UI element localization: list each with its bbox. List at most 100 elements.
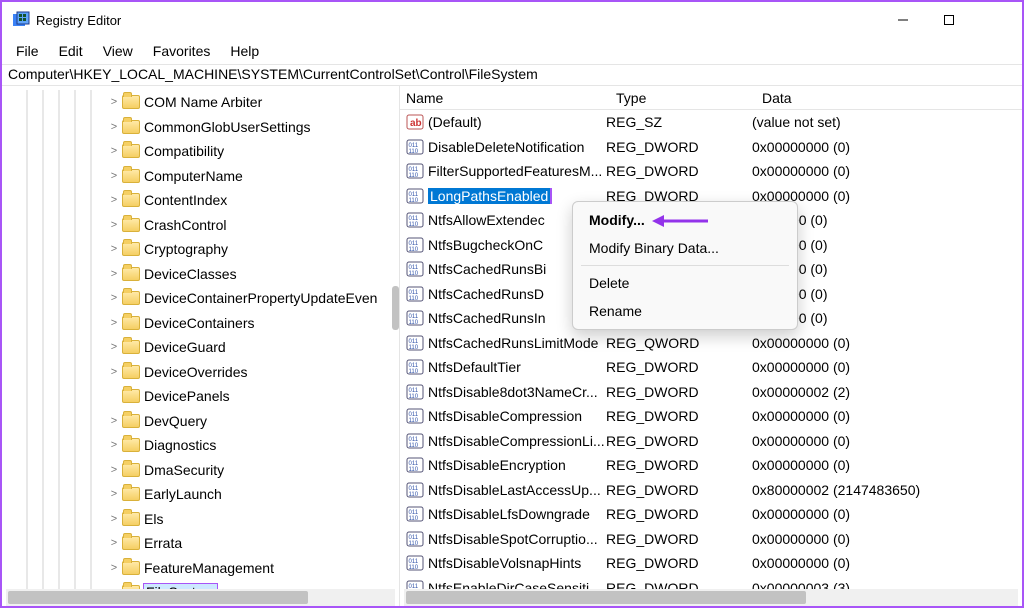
tree-item-label: DevQuery <box>144 413 207 429</box>
expand-icon[interactable]: > <box>108 341 120 353</box>
tree-item-devicecontainerpropertyupdateeven[interactable]: >DeviceContainerPropertyUpdateEven <box>12 286 399 311</box>
menu-view[interactable]: View <box>93 40 143 62</box>
binary-value-icon: 011110 <box>406 162 424 180</box>
value-name: FilterSupportedFeaturesM... <box>428 163 606 179</box>
tree-item-earlylaunch[interactable]: > EarlyLaunch <box>12 482 399 507</box>
binary-value-icon: 011110 <box>406 456 424 474</box>
expand-icon[interactable]: > <box>108 268 120 280</box>
value-data: 0x00000000 (0) <box>752 408 1022 424</box>
value-name: NtfsCachedRunsLimitMode <box>428 335 606 351</box>
svg-text:110: 110 <box>409 345 419 351</box>
value-row[interactable]: 011110NtfsDisableSpotCorruptio...REG_DWO… <box>400 527 1022 552</box>
expand-icon[interactable]: > <box>108 121 120 133</box>
value-row[interactable]: 011110NtfsDisable8dot3NameCr...REG_DWORD… <box>400 380 1022 405</box>
context-delete[interactable]: Delete <box>573 269 797 297</box>
column-type[interactable]: Type <box>610 90 756 106</box>
tree-item-errata[interactable]: >Errata <box>12 531 399 556</box>
expand-icon[interactable]: > <box>108 513 120 525</box>
value-row[interactable]: 011110NtfsDisableEncryptionREG_DWORD0x00… <box>400 453 1022 478</box>
menu-bar: File Edit View Favorites Help <box>2 38 1022 64</box>
expand-icon[interactable]: > <box>108 96 120 108</box>
svg-text:110: 110 <box>409 271 419 277</box>
tree-item-filesystem[interactable]: FileSystem <box>12 580 399 589</box>
expand-icon[interactable]: > <box>108 219 120 231</box>
tree-item-els[interactable]: >Els <box>12 507 399 532</box>
value-row[interactable]: ab(Default)REG_SZ(value not set) <box>400 110 1022 135</box>
menu-favorites[interactable]: Favorites <box>143 40 221 62</box>
values-pane: Name Type Data ab(Default)REG_SZ(value n… <box>400 86 1022 606</box>
expand-icon[interactable]: > <box>108 488 120 500</box>
tree-item-deviceoverrides[interactable]: >DeviceOverrides <box>12 360 399 385</box>
value-type: REG_DWORD <box>606 555 752 571</box>
address-bar[interactable]: Computer\HKEY_LOCAL_MACHINE\SYSTEM\Curre… <box>2 64 1022 86</box>
value-type: REG_QWORD <box>606 335 752 351</box>
list-horizontal-scrollbar[interactable] <box>404 589 1018 606</box>
svg-text:110: 110 <box>409 198 419 204</box>
tree-item-dmasecurity[interactable]: >DmaSecurity <box>12 458 399 483</box>
expand-icon[interactable]: > <box>108 366 120 378</box>
tree-item-deviceguard[interactable]: >DeviceGuard <box>12 335 399 360</box>
expand-icon[interactable] <box>108 390 120 402</box>
menu-file[interactable]: File <box>6 40 49 62</box>
tree-item-commonglobusersettings[interactable]: >CommonGlobUserSettings <box>12 115 399 140</box>
folder-icon <box>122 95 140 109</box>
expand-icon[interactable]: > <box>108 439 120 451</box>
expand-icon[interactable]: > <box>108 537 120 549</box>
expand-icon[interactable]: > <box>108 145 120 157</box>
context-modify-binary[interactable]: Modify Binary Data... <box>573 234 797 262</box>
tree-item-devicepanels[interactable]: DevicePanels <box>12 384 399 409</box>
expand-icon[interactable]: > <box>108 243 120 255</box>
tree-item-devicecontainers[interactable]: >DeviceContainers <box>12 311 399 336</box>
tree-horizontal-scrollbar[interactable] <box>6 589 395 606</box>
binary-value-icon: 011110 <box>406 432 424 450</box>
column-data[interactable]: Data <box>756 90 1022 106</box>
value-row[interactable]: 011110NtfsDisableCompressionLi...REG_DWO… <box>400 429 1022 454</box>
value-name: NtfsDisableLastAccessUp... <box>428 482 606 498</box>
value-row[interactable]: 011110FilterSupportedFeaturesM...REG_DWO… <box>400 159 1022 184</box>
expand-icon[interactable]: > <box>108 170 120 182</box>
tree-item-deviceclasses[interactable]: >DeviceClasses <box>12 262 399 287</box>
value-data: 0x00000000 (0) <box>752 139 1022 155</box>
value-row[interactable]: 011110NtfsDisableLastAccessUp...REG_DWOR… <box>400 478 1022 503</box>
expand-icon[interactable]: > <box>108 292 120 304</box>
expand-icon[interactable]: > <box>108 562 120 574</box>
menu-edit[interactable]: Edit <box>49 40 93 62</box>
minimize-button[interactable] <box>880 4 926 36</box>
tree-item-contentindex[interactable]: >ContentIndex <box>12 188 399 213</box>
tree-item-computername[interactable]: >ComputerName <box>12 164 399 189</box>
tree-item-devquery[interactable]: > DevQuery <box>12 409 399 434</box>
value-type: REG_SZ <box>606 114 752 130</box>
value-row[interactable]: 011110NtfsDisableCompressionREG_DWORD0x0… <box>400 404 1022 429</box>
tree-item-crashcontrol[interactable]: > CrashControl <box>12 213 399 238</box>
value-row[interactable]: 011110NtfsDefaultTierREG_DWORD0x00000000… <box>400 355 1022 380</box>
tree-item-compatibility[interactable]: >Compatibility <box>12 139 399 164</box>
context-separator <box>581 265 789 266</box>
menu-help[interactable]: Help <box>220 40 269 62</box>
expand-icon[interactable]: > <box>108 415 120 427</box>
value-name: NtfsDisableSpotCorruptio... <box>428 531 606 547</box>
tree-item-label: CrashControl <box>144 217 226 233</box>
expand-icon[interactable]: > <box>108 317 120 329</box>
folder-icon <box>122 463 140 477</box>
expand-icon[interactable]: > <box>108 194 120 206</box>
value-row[interactable]: 011110NtfsCachedRunsLimitModeREG_QWORD0x… <box>400 331 1022 356</box>
tree-item-diagnostics[interactable]: >Diagnostics <box>12 433 399 458</box>
expand-icon[interactable]: > <box>108 464 120 476</box>
tree-item-label: EarlyLaunch <box>144 486 222 502</box>
tree-item-com-name-arbiter[interactable]: >COM Name Arbiter <box>12 90 399 115</box>
splitter-thumb[interactable] <box>392 286 399 330</box>
value-row[interactable]: 011110NtfsDisableLfsDowngradeREG_DWORD0x… <box>400 502 1022 527</box>
address-text: Computer\HKEY_LOCAL_MACHINE\SYSTEM\Curre… <box>8 66 538 82</box>
context-rename[interactable]: Rename <box>573 297 797 325</box>
column-name[interactable]: Name <box>400 90 610 106</box>
binary-value-icon: 011110 <box>406 285 424 303</box>
maximize-button[interactable] <box>926 4 972 36</box>
value-row[interactable]: 011110NtfsDisableVolsnapHintsREG_DWORD0x… <box>400 551 1022 576</box>
value-row[interactable]: 011110NtfsEnableDirCaseSensitiv...REG_DW… <box>400 576 1022 590</box>
tree-item-label: DevicePanels <box>144 388 230 404</box>
value-data: 0x00000000 (0) <box>752 555 1022 571</box>
value-row[interactable]: 011110DisableDeleteNotificationREG_DWORD… <box>400 135 1022 160</box>
value-name: NtfsDisable8dot3NameCr... <box>428 384 606 400</box>
tree-item-cryptography[interactable]: >Cryptography <box>12 237 399 262</box>
tree-item-featuremanagement[interactable]: >FeatureManagement <box>12 556 399 581</box>
